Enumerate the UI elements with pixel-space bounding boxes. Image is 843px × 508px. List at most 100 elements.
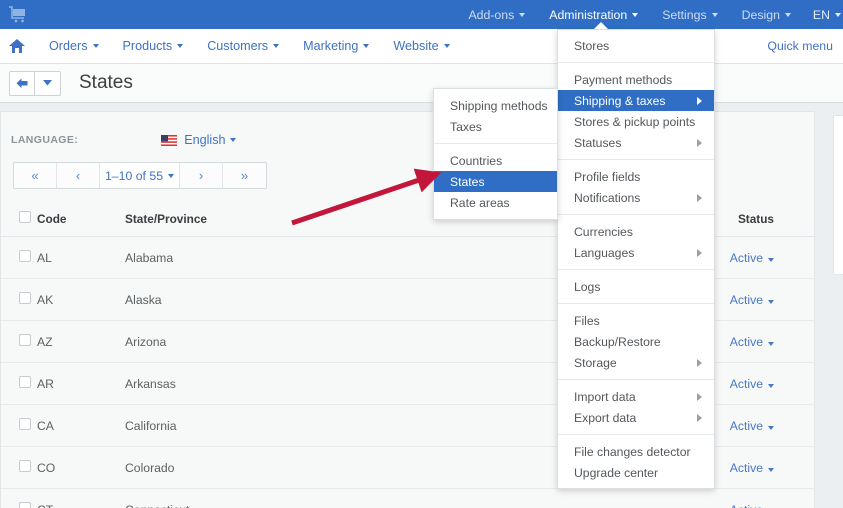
topbar-item-design[interactable]: Design <box>730 0 803 29</box>
pagination-first-button[interactable]: « <box>14 163 57 188</box>
main-nav-bar: Orders Products Customers Marketing Webs… <box>0 29 843 64</box>
row-checkbox[interactable] <box>19 292 31 304</box>
menu-item-label: Stores <box>574 39 609 53</box>
topbar-item-label: Administration <box>549 8 627 22</box>
menu-separator <box>558 303 714 304</box>
row-checkbox[interactable] <box>19 502 31 508</box>
column-header-state-province[interactable]: State/Province <box>125 205 465 237</box>
pagination-prev-button[interactable]: ‹ <box>57 163 100 188</box>
shopping-cart-icon[interactable] <box>8 6 28 24</box>
nav-item-website[interactable]: Website <box>381 29 461 64</box>
cell-state-province: Connecticut <box>125 489 465 508</box>
row-checkbox[interactable] <box>19 334 31 346</box>
menu-item-label: Export data <box>574 411 636 425</box>
nav-item-customers[interactable]: Customers <box>195 29 291 64</box>
chevron-down-icon <box>768 384 774 388</box>
nav-item-marketing[interactable]: Marketing <box>291 29 381 64</box>
pagination-summary[interactable]: 1–10 of 55 <box>100 163 180 188</box>
home-icon[interactable] <box>9 39 25 53</box>
cell-state-province: Colorado <box>125 447 465 489</box>
menu-item-label: Payment methods <box>574 73 672 87</box>
topbar-language-switcher[interactable]: EN <box>803 0 843 29</box>
admin-menu-item-file-changes-detector[interactable]: File changes detector <box>558 441 714 462</box>
admin-menu-item-backup-restore[interactable]: Backup/Restore <box>558 331 714 352</box>
nav-item-label: Orders <box>49 39 88 53</box>
nav-item-orders[interactable]: Orders <box>37 29 111 64</box>
chevron-right-icon <box>697 359 702 367</box>
status-dropdown[interactable]: Active <box>730 251 763 265</box>
topbar-item-label: Add-ons <box>468 8 514 22</box>
menu-item-label: Shipping methods <box>450 99 548 113</box>
admin-menu-item-export-data[interactable]: Export data <box>558 407 714 428</box>
menu-item-label: Currencies <box>574 225 633 239</box>
quick-menu-link[interactable]: Quick menu <box>767 39 833 53</box>
admin-menu-item-logs[interactable]: Logs <box>558 276 714 297</box>
submenu-item-states[interactable]: States <box>434 171 557 192</box>
menu-item-label: Logs <box>574 280 600 294</box>
admin-menu-item-payment-methods[interactable]: Payment methods <box>558 69 714 90</box>
chevron-down-icon <box>273 44 279 48</box>
admin-menu-item-statuses[interactable]: Statuses <box>558 132 714 153</box>
chevron-right-icon <box>697 194 702 202</box>
topbar-item-addons[interactable]: Add-ons <box>456 0 537 29</box>
chevron-down-icon <box>177 44 183 48</box>
back-button[interactable] <box>9 71 35 96</box>
pagination-next-button[interactable]: › <box>180 163 223 188</box>
status-dropdown[interactable]: Active <box>730 335 763 349</box>
chevron-down-icon <box>444 44 450 48</box>
pagination-last-button[interactable]: » <box>223 163 266 188</box>
chevron-right-icon <box>697 139 702 147</box>
status-dropdown[interactable]: Active <box>730 377 763 391</box>
nav-item-label: Website <box>393 39 438 53</box>
content-area: LANGUAGE: English « ‹ 1–10 of 55 <box>0 103 843 508</box>
admin-menu-item-stores[interactable]: Stores <box>558 35 714 56</box>
row-checkbox[interactable] <box>19 250 31 262</box>
status-dropdown[interactable]: Active <box>730 503 763 508</box>
status-dropdown[interactable]: Active <box>730 419 763 433</box>
submenu-item-taxes[interactable]: Taxes <box>434 116 557 137</box>
chevron-right-icon <box>697 249 702 257</box>
admin-menu-item-shipping-taxes[interactable]: Shipping & taxes <box>558 90 714 111</box>
chevron-right-icon <box>697 393 702 401</box>
topbar-item-settings[interactable]: Settings <box>650 0 729 29</box>
admin-menu-item-import-data[interactable]: Import data <box>558 386 714 407</box>
row-select-cell <box>1 321 37 363</box>
submenu-item-shipping-methods[interactable]: Shipping methods <box>434 95 557 116</box>
row-select-cell <box>1 279 37 321</box>
menu-item-label: Rate areas <box>450 196 510 210</box>
admin-page: Add-ons Administration Settings Design E… <box>0 0 843 508</box>
pagination-summary-label: 1–10 of 55 <box>105 169 163 183</box>
back-dropdown-button[interactable] <box>35 71 61 96</box>
admin-menu-item-languages[interactable]: Languages <box>558 242 714 263</box>
menu-separator <box>558 159 714 160</box>
status-dropdown[interactable]: Active <box>730 293 763 307</box>
row-checkbox[interactable] <box>19 460 31 472</box>
row-checkbox[interactable] <box>19 376 31 388</box>
admin-menu-item-profile-fields[interactable]: Profile fields <box>558 166 714 187</box>
select-all-checkbox[interactable] <box>19 211 31 223</box>
chevron-down-icon <box>43 80 52 86</box>
language-value[interactable]: English <box>184 133 225 147</box>
submenu-item-rate-areas[interactable]: Rate areas <box>434 192 557 213</box>
nav-item-label: Customers <box>207 39 268 53</box>
status-dropdown[interactable]: Active <box>730 461 763 475</box>
admin-menu-item-upgrade-center[interactable]: Upgrade center <box>558 462 714 483</box>
admin-menu-item-storage[interactable]: Storage <box>558 352 714 373</box>
menu-item-label: Stores & pickup points <box>574 115 695 129</box>
row-checkbox[interactable] <box>19 418 31 430</box>
submenu-item-countries[interactable]: Countries <box>434 150 557 171</box>
cell-status: Active <box>465 489 814 508</box>
admin-menu-item-notifications[interactable]: Notifications <box>558 187 714 208</box>
side-panel-card <box>833 115 843 275</box>
nav-item-products[interactable]: Products <box>111 29 196 64</box>
admin-menu-item-currencies[interactable]: Currencies <box>558 221 714 242</box>
admin-menu-item-stores-pickup-points[interactable]: Stores & pickup points <box>558 111 714 132</box>
admin-menu-pointer <box>594 22 608 29</box>
column-header-code[interactable]: Code <box>37 205 125 237</box>
admin-menu-item-files[interactable]: Files <box>558 310 714 331</box>
table-row[interactable]: CTConnecticutActive <box>1 489 814 508</box>
menu-item-label: States <box>450 175 485 189</box>
chevron-down-icon <box>168 174 174 178</box>
menu-item-label: Files <box>574 314 600 328</box>
chevron-down-icon <box>519 13 525 17</box>
